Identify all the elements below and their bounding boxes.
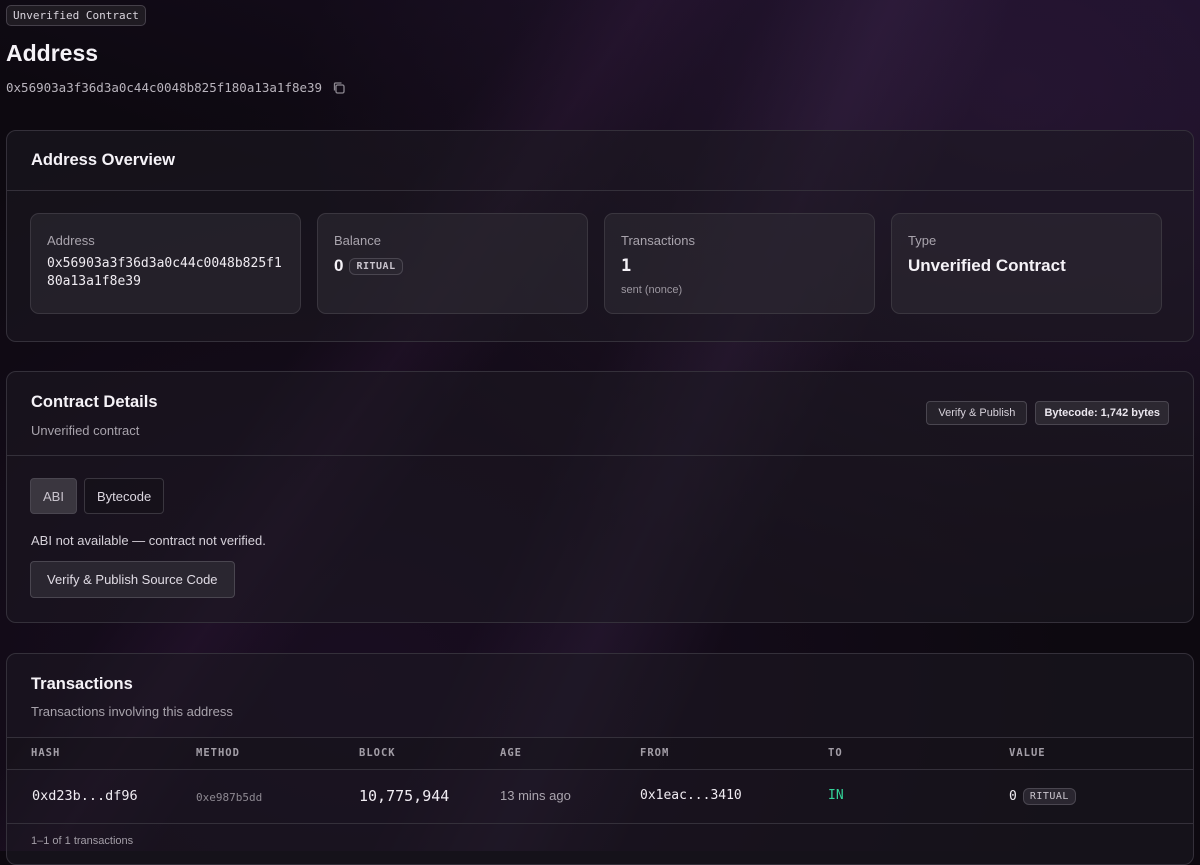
col-age: AGE — [500, 747, 522, 759]
tx-block-link[interactable]: 10,775,944 — [359, 787, 449, 805]
stat-type-label: Type — [908, 233, 937, 248]
transactions-title: Transactions — [31, 675, 133, 693]
stat-balance-label: Balance — [334, 233, 381, 248]
col-from: FROM — [640, 747, 670, 759]
contract-header: Contract Details Unverified contract Ver… — [7, 372, 1193, 456]
tab-bytecode[interactable]: Bytecode — [83, 478, 165, 514]
abi-unavailable-message: ABI not available — contract not verifie… — [31, 533, 266, 548]
stat-address-label: Address — [47, 233, 95, 248]
tx-age: 13 mins ago — [500, 788, 571, 803]
overview-title: Address Overview — [31, 151, 175, 169]
transactions-subtitle: Transactions involving this address — [31, 704, 233, 719]
col-to: TO — [828, 747, 843, 759]
tx-hash-link[interactable]: 0xd23b...df96 — [32, 788, 138, 804]
stat-tx-note: sent (nonce) — [621, 284, 683, 296]
stat-tx-label: Transactions — [621, 233, 695, 248]
copy-icon[interactable] — [332, 81, 346, 95]
table-row: 0xd23b...df96 0xe987b5dd 10,775,944 13 m… — [7, 770, 1193, 824]
tx-from-link[interactable]: 0x1eac...3410 — [640, 788, 742, 803]
page-title: Address — [6, 40, 99, 66]
stat-balance-value-row: 0 RITUAL — [334, 256, 571, 276]
stat-transactions: Transactions 1 sent (nonce) — [604, 213, 875, 314]
contract-details-card: Contract Details Unverified contract Ver… — [6, 371, 1194, 623]
overview-header: Address Overview — [7, 131, 1193, 191]
tx-direction-badge: IN — [828, 788, 844, 803]
verify-publish-source-button[interactable]: Verify & Publish Source Code — [30, 561, 235, 598]
contract-actions: Verify & Publish Bytecode: 1,742 bytes — [926, 401, 1169, 425]
col-value: VALUE — [1009, 747, 1046, 759]
bytecode-size-badge: Bytecode: 1,742 bytes — [1035, 401, 1169, 425]
tx-value-unit-badge: RITUAL — [1022, 788, 1076, 805]
tx-method: 0xe987b5dd — [196, 791, 263, 804]
header-address: 0x56903a3f36d3a0c44c0048b825f180a13a1f8e… — [6, 80, 323, 95]
stat-address: Address 0x56903a3f36d3a0c44c0048b825f180… — [30, 213, 301, 314]
contract-type-badge: Unverified Contract — [6, 5, 146, 26]
address-line: 0x56903a3f36d3a0c44c0048b825f180a13a1f8e… — [6, 80, 346, 95]
stat-type: Type Unverified Contract — [891, 213, 1162, 314]
contract-subtitle: Unverified contract — [31, 423, 140, 438]
stat-balance-value: 0 — [334, 256, 344, 275]
contract-title: Contract Details — [31, 393, 158, 411]
tab-abi[interactable]: ABI — [30, 478, 77, 514]
transactions-table: HASH METHOD BLOCK AGE FROM TO VALUE 0xd2… — [7, 737, 1193, 824]
contract-tabs: ABI Bytecode — [30, 478, 165, 514]
tx-value: 0 RITUAL — [1009, 788, 1076, 805]
col-method: METHOD — [196, 747, 240, 759]
balance-unit-badge: RITUAL — [349, 258, 403, 276]
transactions-card: Transactions Transactions involving this… — [6, 653, 1194, 865]
col-hash: HASH — [31, 747, 61, 759]
stat-tx-value: 1 — [621, 256, 632, 276]
stat-type-value: Unverified Contract — [908, 256, 1066, 275]
stat-balance: Balance 0 RITUAL — [317, 213, 588, 314]
overview-stats: Address 0x56903a3f36d3a0c44c0048b825f180… — [30, 213, 1162, 314]
tx-value-amount: 0 — [1009, 789, 1017, 804]
pagination-summary: 1–1 of 1 transactions — [31, 835, 134, 847]
table-header: HASH METHOD BLOCK AGE FROM TO VALUE — [7, 737, 1193, 770]
verify-publish-button[interactable]: Verify & Publish — [926, 401, 1028, 425]
address-overview-card: Address Overview Address 0x56903a3f36d3a… — [6, 130, 1194, 342]
col-block: BLOCK — [359, 747, 396, 759]
stat-address-value: 0x56903a3f36d3a0c44c0048b825f180a13a1f8e… — [47, 256, 282, 289]
